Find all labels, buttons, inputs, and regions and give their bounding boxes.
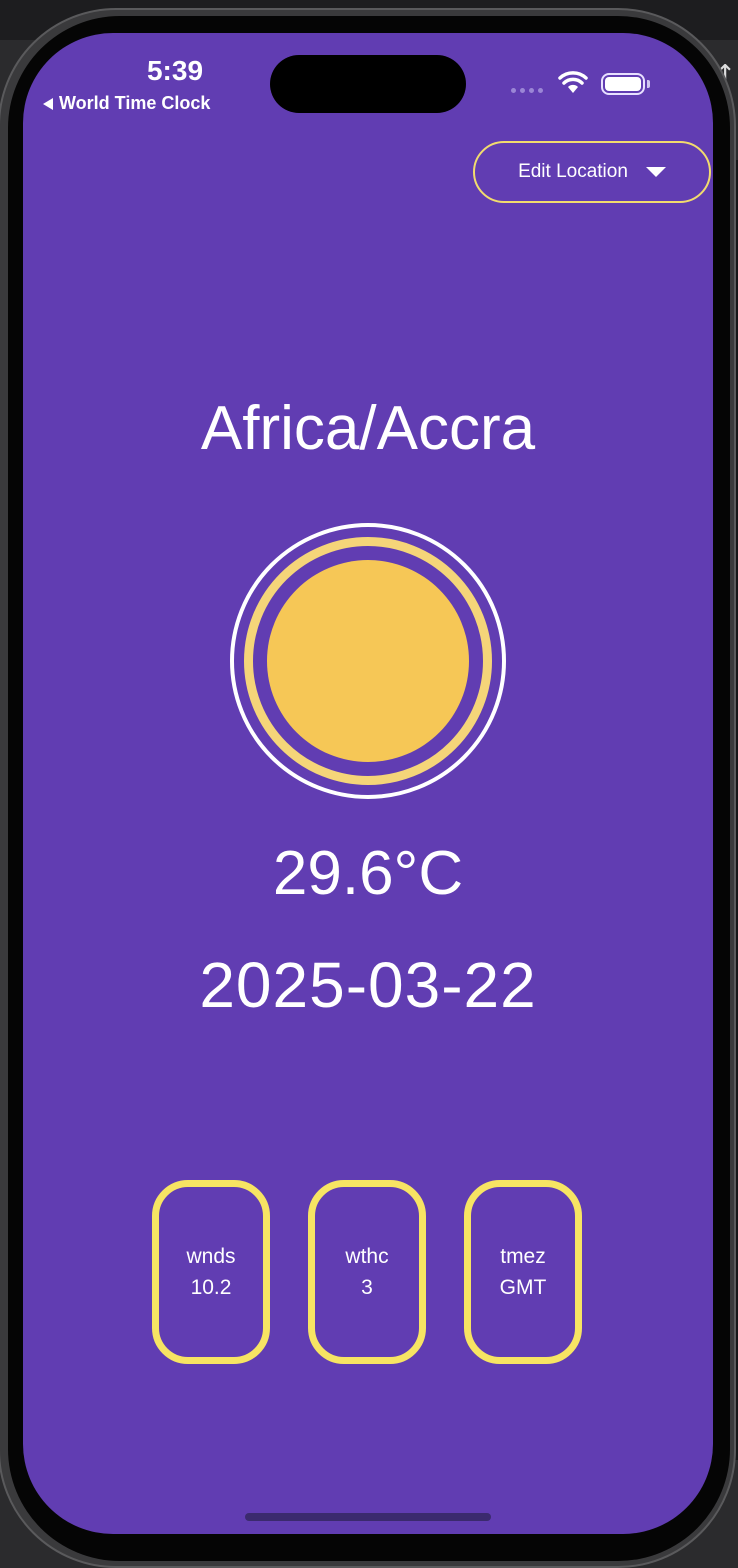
status-time: 5:39 bbox=[146, 55, 204, 86]
caret-down-icon bbox=[645, 167, 666, 177]
edit-location-label: Edit Location bbox=[518, 161, 628, 182]
back-triangle-icon bbox=[43, 97, 53, 110]
back-to-app-link[interactable]: World Time Clock bbox=[43, 93, 210, 114]
stat-label: tmez bbox=[500, 1245, 546, 1268]
weather-code-card: wthc 3 bbox=[308, 1180, 426, 1364]
stat-label: wnds bbox=[186, 1245, 236, 1268]
wifi-icon bbox=[558, 71, 588, 93]
date-display: 2025-03-22 bbox=[199, 949, 537, 1021]
stat-value: 3 bbox=[361, 1276, 373, 1299]
temperature-reading: 29.6°C bbox=[272, 839, 464, 908]
sun-icon bbox=[230, 523, 506, 799]
app-screen: 5:39 World Time Clock Edit Location Afri… bbox=[23, 33, 713, 1534]
edit-location-button[interactable]: Edit Location bbox=[473, 141, 711, 203]
dynamic-island bbox=[270, 55, 466, 113]
back-app-label: World Time Clock bbox=[59, 93, 211, 113]
stat-value: GMT bbox=[499, 1276, 547, 1299]
cellular-signal-icon bbox=[511, 88, 543, 93]
battery-icon bbox=[601, 73, 645, 95]
timezone-card: tmez GMT bbox=[464, 1180, 582, 1364]
wind-speed-card: wnds 10.2 bbox=[152, 1180, 270, 1364]
battery-tip bbox=[647, 80, 650, 88]
stat-value: 10.2 bbox=[190, 1276, 232, 1299]
home-indicator[interactable] bbox=[245, 1513, 491, 1521]
stat-label: wthc bbox=[345, 1245, 389, 1268]
location-title: Africa/Accra bbox=[200, 394, 536, 463]
